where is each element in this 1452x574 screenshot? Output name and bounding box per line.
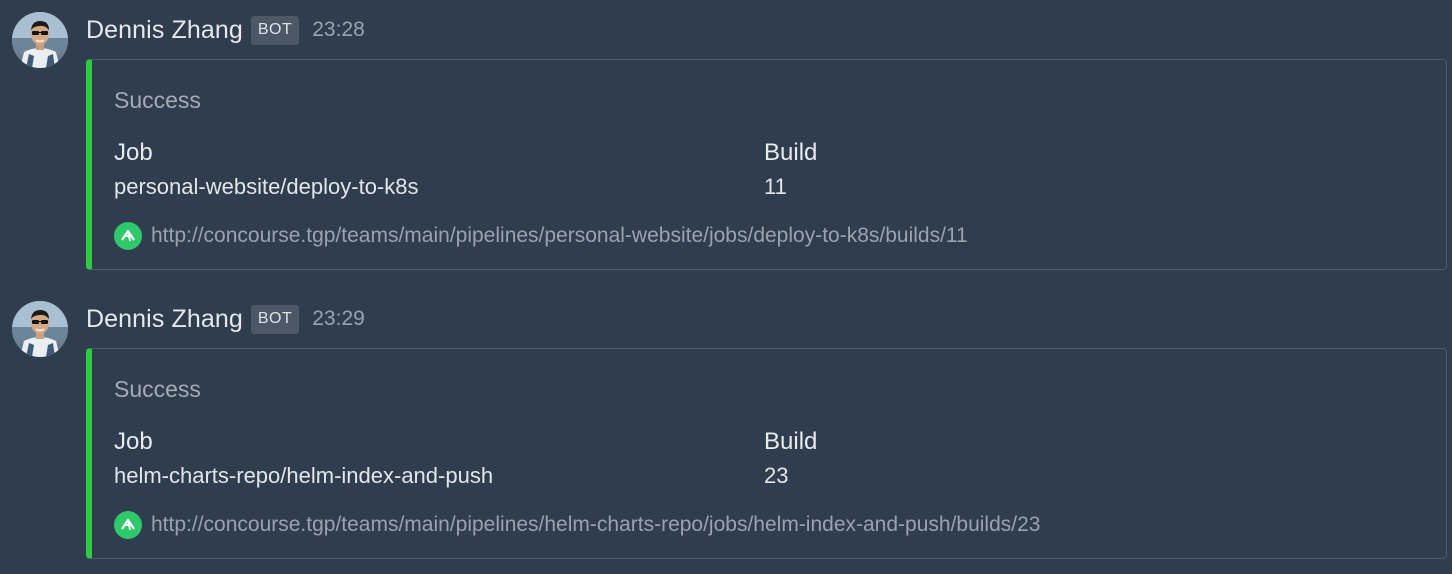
timestamp: 23:29 — [312, 307, 365, 330]
chat-message-list: Dennis Zhang BOT 23:28 Success Job perso… — [0, 0, 1452, 574]
field-value: helm-charts-repo/helm-index-and-push — [114, 463, 494, 488]
message-header: Dennis Zhang BOT 23:29 — [86, 303, 365, 335]
embed-footer: http://concourse.tgp/teams/main/pipeline… — [114, 222, 968, 250]
field-name: Job — [114, 428, 153, 455]
field-name: Build — [764, 139, 818, 166]
embed-card: Success Job personal-website/deploy-to-k… — [86, 59, 1447, 270]
field-value: personal-website/deploy-to-k8s — [114, 174, 419, 199]
build-link[interactable]: http://concourse.tgp/teams/main/pipeline… — [151, 511, 1040, 539]
embed-footer: http://concourse.tgp/teams/main/pipeline… — [114, 511, 1040, 539]
embed-field-job: Job personal-website/deploy-to-k8s — [114, 138, 419, 201]
embed-field-build: Build 11 — [764, 138, 817, 201]
embed-field-build: Build 23 — [764, 427, 817, 490]
avatar[interactable] — [12, 12, 68, 68]
bot-badge: BOT — [250, 304, 300, 334]
field-value: 11 — [764, 174, 787, 199]
field-name: Job — [114, 139, 153, 166]
field-name: Build — [764, 428, 818, 455]
avatar-photo-icon — [12, 12, 68, 68]
embed-field-job: Job helm-charts-repo/helm-index-and-push — [114, 427, 493, 490]
username[interactable]: Dennis Zhang — [86, 14, 243, 46]
build-link[interactable]: http://concourse.tgp/teams/main/pipeline… — [151, 222, 968, 250]
embed-card: Success Job helm-charts-repo/helm-index-… — [86, 348, 1447, 559]
concourse-icon — [114, 222, 142, 250]
embed-title: Success — [114, 87, 201, 113]
message-header: Dennis Zhang BOT 23:28 — [86, 14, 365, 46]
embed-title: Success — [114, 376, 201, 402]
bot-badge: BOT — [250, 15, 300, 45]
avatar[interactable] — [12, 301, 68, 357]
avatar-photo-icon — [12, 301, 68, 357]
concourse-icon — [114, 511, 142, 539]
username[interactable]: Dennis Zhang — [86, 303, 243, 335]
timestamp: 23:28 — [312, 18, 365, 41]
field-value: 23 — [764, 463, 789, 488]
